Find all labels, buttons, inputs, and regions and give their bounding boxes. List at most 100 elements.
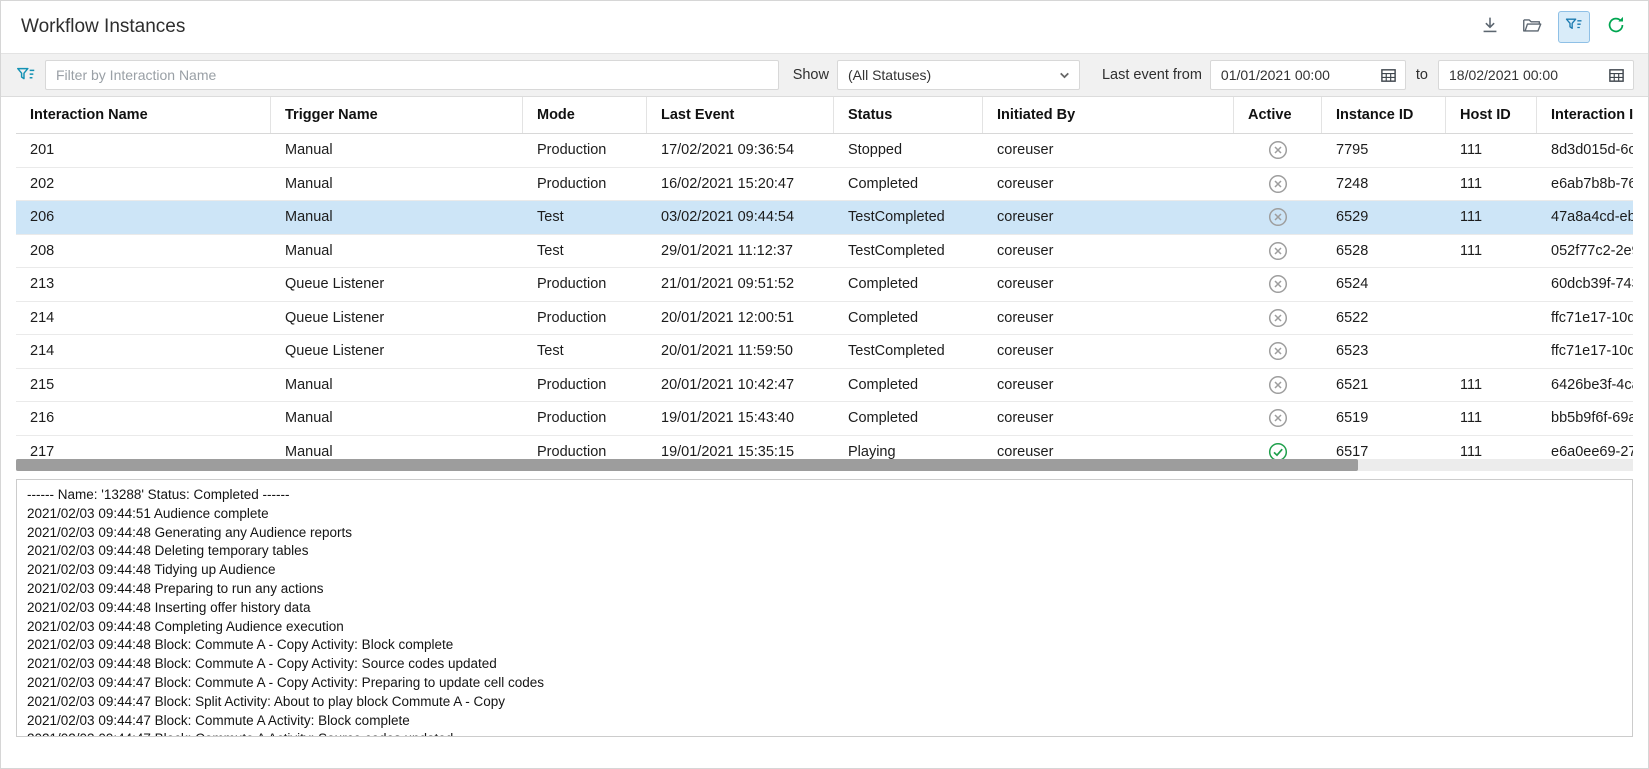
column-header-trigger-name[interactable]: Trigger Name [271, 97, 523, 133]
cell: 19/01/2021 15:43:40 [647, 402, 834, 435]
column-header-host-id[interactable]: Host ID [1446, 97, 1537, 133]
refresh-button[interactable] [1600, 11, 1632, 43]
download-icon [1479, 14, 1501, 41]
active-status-cell [1234, 168, 1322, 201]
table-row[interactable]: 208ManualTest29/01/2021 11:12:37TestComp… [16, 235, 1633, 269]
log-line: 2021/02/03 09:44:48 Deleting temporary t… [27, 542, 1622, 561]
date-to-input[interactable]: 18/02/2021 00:00 [1438, 60, 1634, 90]
log-line: 2021/02/03 09:44:48 Inserting offer hist… [27, 599, 1622, 618]
cell: 7795 [1322, 134, 1446, 167]
cell: 213 [16, 268, 271, 301]
inactive-cross-icon [1268, 375, 1288, 395]
column-header-initiated-by[interactable]: Initiated By [983, 97, 1234, 133]
cell: 214 [16, 335, 271, 368]
cell: coreuser [983, 168, 1234, 201]
cell: 6519 [1322, 402, 1446, 435]
cell: Production [523, 268, 647, 301]
inactive-cross-icon [1268, 341, 1288, 361]
cell: 111 [1446, 369, 1537, 402]
cell: Production [523, 369, 647, 402]
inactive-cross-icon [1268, 308, 1288, 328]
cell: bb5b9f6f-69a [1537, 402, 1633, 435]
refresh-icon [1605, 14, 1627, 41]
cell: Manual [271, 134, 523, 167]
horizontal-scrollbar-thumb[interactable] [16, 459, 1358, 471]
cell: Queue Listener [271, 302, 523, 335]
date-from-input[interactable]: 01/01/2021 00:00 [1210, 60, 1406, 90]
cell: Completed [834, 402, 983, 435]
status-dropdown-value: (All Statuses) [848, 67, 931, 83]
column-header-instance-id[interactable]: Instance ID [1322, 97, 1446, 133]
cell: 6522 [1322, 302, 1446, 335]
show-label: Show [793, 67, 829, 83]
open-folder-icon [1521, 14, 1543, 41]
table-row[interactable]: 202ManualProduction16/02/2021 15:20:47Co… [16, 168, 1633, 202]
cell: Test [523, 335, 647, 368]
active-status-cell [1234, 134, 1322, 167]
cell: 6426be3f-4ca [1537, 369, 1633, 402]
cell: coreuser [983, 302, 1234, 335]
active-status-cell [1234, 302, 1322, 335]
column-header-status[interactable]: Status [834, 97, 983, 133]
cell: 21/01/2021 09:51:52 [647, 268, 834, 301]
inactive-cross-icon [1268, 207, 1288, 227]
table-row[interactable]: 216ManualProduction19/01/2021 15:43:40Co… [16, 402, 1633, 436]
download-button[interactable] [1474, 11, 1506, 43]
cell: 47a8a4cd-eb [1537, 201, 1633, 234]
active-status-cell [1234, 235, 1322, 268]
status-dropdown[interactable]: (All Statuses) [837, 60, 1080, 90]
log-line: 2021/02/03 09:44:48 Block: Commute A - C… [27, 655, 1622, 674]
column-header-active[interactable]: Active [1234, 97, 1322, 133]
cell: TestCompleted [834, 235, 983, 268]
active-status-cell [1234, 402, 1322, 435]
cell: TestCompleted [834, 201, 983, 234]
log-line: 2021/02/03 09:44:51 Audience complete [27, 505, 1622, 524]
cell: 20/01/2021 11:59:50 [647, 335, 834, 368]
table-row[interactable]: 201ManualProduction17/02/2021 09:36:54St… [16, 134, 1633, 168]
cell: Production [523, 134, 647, 167]
column-header-interaction-id[interactable]: Interaction ID [1537, 97, 1633, 133]
cell: Production [523, 402, 647, 435]
cell: 17/02/2021 09:36:54 [647, 134, 834, 167]
cell: 111 [1446, 235, 1537, 268]
cell: Completed [834, 302, 983, 335]
cell: Manual [271, 201, 523, 234]
calendar-icon[interactable] [1380, 67, 1397, 84]
calendar-icon[interactable] [1608, 67, 1625, 84]
inactive-cross-icon [1268, 274, 1288, 294]
interaction-name-filter-input[interactable] [45, 60, 779, 90]
table-row[interactable]: 214Queue ListenerProduction20/01/2021 12… [16, 302, 1633, 336]
cell: coreuser [983, 402, 1234, 435]
cell: 6521 [1322, 369, 1446, 402]
cell: e6ab7b8b-76 [1537, 168, 1633, 201]
header-toolbar [1474, 11, 1632, 43]
log-panel: ------ Name: '13288' Status: Completed -… [16, 479, 1633, 737]
open-folder-button[interactable] [1516, 11, 1548, 43]
table-row[interactable]: 213Queue ListenerProduction21/01/2021 09… [16, 268, 1633, 302]
log-line: 2021/02/03 09:44:48 Tidying up Audience [27, 561, 1622, 580]
cell: Queue Listener [271, 335, 523, 368]
table-row[interactable]: 214Queue ListenerTest20/01/2021 11:59:50… [16, 335, 1633, 369]
cell: 7248 [1322, 168, 1446, 201]
inactive-cross-icon [1268, 140, 1288, 160]
cell: 20/01/2021 10:42:47 [647, 369, 834, 402]
cell: Manual [271, 369, 523, 402]
cell: 6523 [1322, 335, 1446, 368]
column-header-interaction-name[interactable]: Interaction Name [16, 97, 271, 133]
filter-funnel-icon [15, 64, 37, 86]
cell: 29/01/2021 11:12:37 [647, 235, 834, 268]
log-line: 2021/02/03 09:44:48 Generating any Audie… [27, 524, 1622, 543]
column-header-mode[interactable]: Mode [523, 97, 647, 133]
cell: 216 [16, 402, 271, 435]
cell: 111 [1446, 402, 1537, 435]
log-line: 2021/02/03 09:44:48 Completing Audience … [27, 618, 1622, 637]
horizontal-scrollbar[interactable] [16, 459, 1633, 471]
cell: Queue Listener [271, 268, 523, 301]
table-row[interactable]: 215ManualProduction20/01/2021 10:42:47Co… [16, 369, 1633, 403]
table-row[interactable]: 206ManualTest03/02/2021 09:44:54TestComp… [16, 201, 1633, 235]
date-from-value: 01/01/2021 00:00 [1221, 67, 1330, 83]
cell: 202 [16, 168, 271, 201]
filter-toggle-button[interactable] [1558, 11, 1590, 43]
column-header-last-event[interactable]: Last Event [647, 97, 834, 133]
cell: 206 [16, 201, 271, 234]
